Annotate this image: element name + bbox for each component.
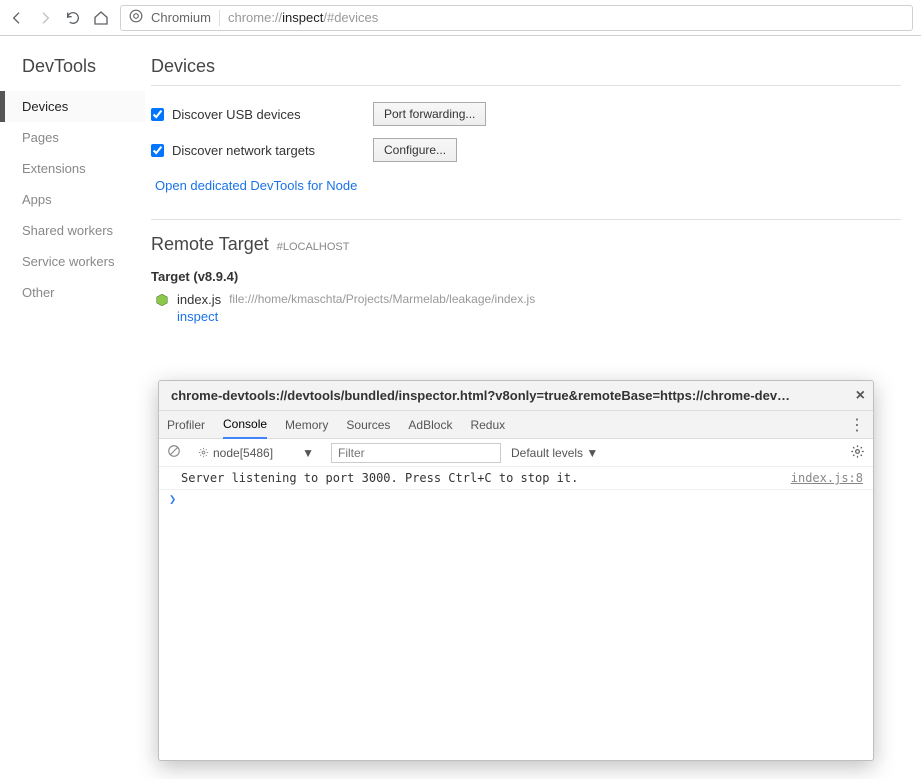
context-label: node[5486] xyxy=(213,446,273,460)
dropdown-triangle-icon: ▼ xyxy=(302,446,314,460)
console-toolbar: node[5486] ▼ Default levels ▼ xyxy=(159,439,873,467)
tab-profiler[interactable]: Profiler xyxy=(167,412,205,438)
sidebar-item-pages[interactable]: Pages xyxy=(0,122,145,153)
url-text: chrome://inspect/#devices xyxy=(228,10,378,25)
discover-network-text: Discover network targets xyxy=(172,143,315,158)
devtools-titlebar[interactable]: chrome-devtools://devtools/bundled/inspe… xyxy=(159,381,873,411)
chrome-icon xyxy=(129,9,143,26)
discover-network-checkbox[interactable] xyxy=(151,144,164,157)
log-source-link[interactable]: index.js:8 xyxy=(791,471,863,485)
discover-network-label[interactable]: Discover network targets xyxy=(151,143,361,158)
inspect-link[interactable]: inspect xyxy=(177,309,535,324)
kebab-menu-icon[interactable]: ⋮ xyxy=(849,415,865,435)
sidebar-item-shared-workers[interactable]: Shared workers xyxy=(0,215,145,246)
sidebar: DevTools Devices Pages Extensions Apps S… xyxy=(0,36,145,779)
clear-console-icon[interactable] xyxy=(167,444,181,461)
devices-heading: Devices xyxy=(151,56,901,86)
close-icon[interactable]: × xyxy=(856,387,865,405)
target-path: file:///home/kmaschta/Projects/Marmelab/… xyxy=(229,292,535,307)
context-selector[interactable]: node[5486] ▼ xyxy=(191,443,321,463)
target-version: Target (v8.9.4) xyxy=(151,255,901,292)
gear-small-icon xyxy=(198,447,209,458)
configure-button[interactable]: Configure... xyxy=(373,138,457,162)
remote-target-heading: Remote Target #LOCALHOST xyxy=(151,219,901,255)
dropdown-triangle-icon: ▼ xyxy=(586,446,598,460)
console-log-row: Server listening to port 3000. Press Ctr… xyxy=(159,467,873,490)
tab-memory[interactable]: Memory xyxy=(285,412,328,438)
origin-label: Chromium xyxy=(151,10,211,25)
tab-console[interactable]: Console xyxy=(223,411,267,439)
address-bar[interactable]: Chromium chrome://inspect/#devices xyxy=(120,5,913,31)
tab-adblock[interactable]: AdBlock xyxy=(408,412,452,438)
sidebar-title: DevTools xyxy=(0,56,145,91)
log-levels-selector[interactable]: Default levels ▼ xyxy=(511,446,598,460)
console-body: Server listening to port 3000. Press Ctr… xyxy=(159,467,873,760)
sidebar-item-apps[interactable]: Apps xyxy=(0,184,145,215)
open-node-devtools-link[interactable]: Open dedicated DevTools for Node xyxy=(155,178,357,193)
tab-redux[interactable]: Redux xyxy=(470,412,505,438)
devtools-title: chrome-devtools://devtools/bundled/inspe… xyxy=(171,388,848,403)
gear-icon[interactable] xyxy=(850,444,865,462)
sidebar-item-service-workers[interactable]: Service workers xyxy=(0,246,145,277)
target-script: index.js xyxy=(177,292,221,307)
sidebar-item-devices[interactable]: Devices xyxy=(0,91,145,122)
discover-usb-row: Discover USB devices Port forwarding... xyxy=(151,96,901,132)
reload-button[interactable] xyxy=(64,9,82,27)
filter-input[interactable] xyxy=(331,443,501,463)
devtools-tabs: Profiler Console Memory Sources AdBlock … xyxy=(159,411,873,439)
discover-network-row: Discover network targets Configure... xyxy=(151,132,901,168)
console-prompt[interactable]: ❯ xyxy=(159,490,873,508)
log-message: Server listening to port 3000. Press Ctr… xyxy=(169,471,781,485)
discover-usb-checkbox[interactable] xyxy=(151,108,164,121)
omnibox-divider xyxy=(219,10,220,26)
port-forwarding-button[interactable]: Port forwarding... xyxy=(373,102,486,126)
back-button[interactable] xyxy=(8,9,26,27)
remote-target-hash: #LOCALHOST xyxy=(277,241,350,253)
browser-toolbar: Chromium chrome://inspect/#devices xyxy=(0,0,921,36)
sidebar-item-extensions[interactable]: Extensions xyxy=(0,153,145,184)
target-entry: index.js file:///home/kmaschta/Projects/… xyxy=(151,292,901,324)
devtools-window: chrome-devtools://devtools/bundled/inspe… xyxy=(158,380,874,761)
tab-sources[interactable]: Sources xyxy=(346,412,390,438)
forward-button[interactable] xyxy=(36,9,54,27)
discover-usb-label[interactable]: Discover USB devices xyxy=(151,107,361,122)
discover-usb-text: Discover USB devices xyxy=(172,107,301,122)
nodejs-icon xyxy=(155,293,169,307)
home-button[interactable] xyxy=(92,9,110,27)
sidebar-item-other[interactable]: Other xyxy=(0,277,145,308)
